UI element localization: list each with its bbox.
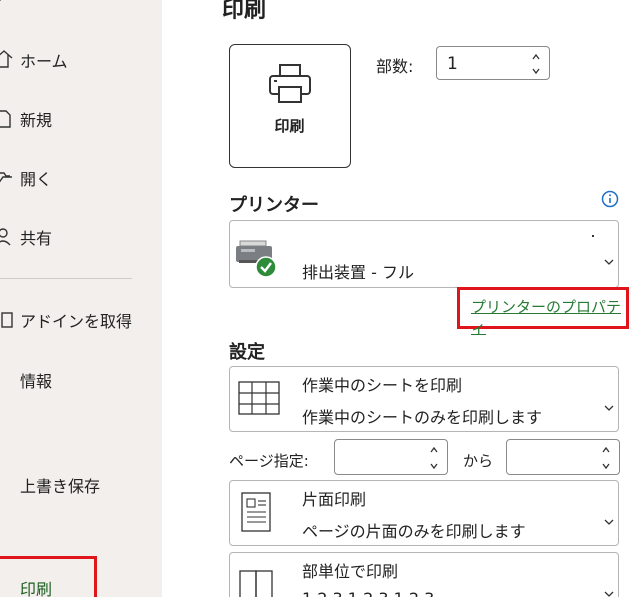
sidebar-item-new[interactable]: 新規 (0, 99, 162, 139)
sidebar-item-get-addins[interactable]: アドインを取得 (0, 300, 162, 340)
sides-subtitle: ページの片面のみを印刷します (302, 522, 526, 541)
printer-device-icon (236, 239, 280, 283)
open-folder-icon (0, 168, 14, 188)
copies-value: 1 (447, 54, 458, 74)
single-page-icon (240, 491, 274, 539)
page-from-input[interactable] (334, 439, 448, 475)
print-what-subtitle: 作業中のシートのみを印刷します (302, 408, 543, 427)
sidebar-item-info[interactable]: 情報 (0, 360, 162, 400)
printer-select[interactable]: 排出装置 - フル (229, 220, 619, 288)
sidebar-item-label: 新規 (20, 111, 53, 130)
printer-status-dot (592, 235, 594, 237)
chevron-up-icon[interactable] (427, 442, 441, 456)
info-icon[interactable] (601, 190, 619, 208)
copies-label: 部数: (376, 57, 414, 76)
chevron-down-icon[interactable] (599, 458, 613, 472)
chevron-down-icon[interactable] (529, 63, 543, 77)
page-range-label: ページ指定: (229, 452, 309, 470)
back-arrow-icon (0, 0, 14, 18)
printer-properties-link[interactable]: プリンターのプロパティ (471, 296, 630, 338)
print-pane: 印刷 印刷 部数: 1 プリンター 排出装置 - フル プリンターのプロパティ … (162, 0, 630, 597)
collate-subtitle: 1,2,3 1,2,3 1,2,3 (302, 589, 434, 597)
chevron-up-icon[interactable] (599, 442, 613, 456)
page-to-input[interactable] (506, 439, 620, 475)
collate-title: 部単位で印刷 (302, 562, 399, 581)
sidebar-item-share[interactable]: 共有 (0, 217, 162, 257)
sides-select[interactable]: 片面印刷 ページの片面のみを印刷します (229, 480, 619, 546)
print-what-select[interactable]: 作業中のシートを印刷 作業中のシートのみを印刷します (229, 366, 619, 432)
share-icon (0, 227, 14, 247)
chevron-down-icon[interactable] (427, 458, 441, 472)
store-icon (0, 310, 14, 330)
sidebar-item-home[interactable]: ホーム (0, 40, 162, 80)
chevron-down-icon (603, 511, 615, 525)
new-file-icon (0, 109, 14, 129)
sidebar-item-label: 開く (20, 170, 53, 189)
printer-heading: プリンター (229, 195, 319, 216)
sidebar-item-open[interactable]: 開く (0, 158, 162, 198)
chevron-down-icon (603, 397, 615, 411)
active-item-highlight (0, 556, 97, 597)
printer-name: 排出装置 - フル (302, 263, 414, 282)
sheet-grid-icon (238, 381, 282, 421)
sidebar-item-back[interactable] (0, 0, 162, 20)
sidebar-item-save[interactable]: 上書き保存 (0, 465, 162, 505)
sidebar-item-label: 情報 (20, 372, 53, 391)
chevron-down-icon (603, 583, 615, 597)
sidebar-item-label: ホーム (20, 52, 68, 71)
print-button[interactable]: 印刷 (229, 44, 351, 168)
printer-icon (267, 63, 313, 109)
print-what-title: 作業中のシートを印刷 (302, 376, 463, 395)
print-button-label: 印刷 (274, 117, 305, 135)
backstage-sidebar: ホーム 新規 開く 共有 アドインを取得 情報 上書き保存 印刷 (0, 0, 162, 597)
page-range-to-label: から (463, 452, 494, 470)
chevron-up-icon[interactable] (529, 49, 543, 63)
sidebar-item-label: 共有 (20, 229, 53, 248)
sidebar-divider (0, 278, 132, 279)
sidebar-item-label: アドインを取得 (20, 312, 133, 331)
sides-title: 片面印刷 (302, 490, 367, 509)
home-icon (0, 50, 14, 70)
copies-input[interactable]: 1 (436, 46, 550, 80)
settings-heading: 設定 (229, 342, 265, 363)
collate-pages-icon (238, 569, 278, 597)
page-title: 印刷 (222, 0, 267, 23)
chevron-down-icon (603, 251, 615, 265)
collate-select[interactable]: 部単位で印刷 1,2,3 1,2,3 1,2,3 (229, 552, 619, 597)
sidebar-item-label: 上書き保存 (20, 477, 101, 496)
